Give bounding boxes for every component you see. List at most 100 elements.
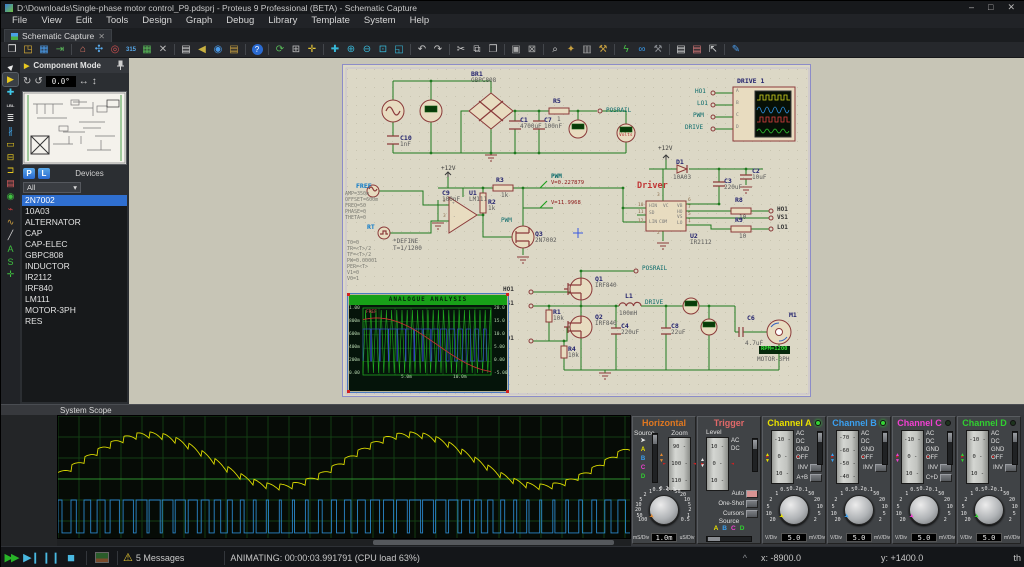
cplusd-button[interactable] [940,474,952,482]
device-pins-mode-icon[interactable]: ⊐ [3,164,18,177]
menu-view[interactable]: View [34,14,68,28]
menu-tools[interactable]: Tools [99,14,135,28]
menu-system[interactable]: System [357,14,403,28]
2d-symbol-icon[interactable]: S [3,255,18,268]
schematic-sheet[interactable]: BR1GBPC808R51C14700uFC7100nFC101nFPOSRAI… [342,64,811,397]
pick-devices-button[interactable]: P [23,168,35,179]
make-device-icon[interactable]: ✦ [563,43,579,57]
false-origin-icon[interactable]: ✛ [304,43,320,57]
packaging-tool-icon[interactable]: ▥ [579,43,595,57]
marker-mode-icon[interactable]: ✛ [3,268,18,281]
block-delete-icon[interactable]: ⊠ [524,43,540,57]
menu-graph[interactable]: Graph [179,14,219,28]
decompose-icon[interactable]: ⚒ [595,43,611,57]
center-at-cursor-icon[interactable]: ✣ [91,43,107,57]
trigger-auto-button[interactable] [746,490,758,498]
zoom-out-icon[interactable]: ⊖ [359,43,375,57]
menu-library[interactable]: Library [261,14,304,28]
device-item-cap-elec[interactable]: CAP-ELEC [22,239,127,250]
zoom-area-icon[interactable]: ⊡ [375,43,391,57]
zoom-all-icon[interactable]: ◱ [391,43,407,57]
volts-div-knob[interactable]: 20105210.50.20.150201052➤ [828,486,890,532]
sheet-notes-icon[interactable]: ▤ [178,43,194,57]
tab-close-icon[interactable]: ✕ [98,32,105,41]
volts-div-knob[interactable]: 20105210.50.20.150201052➤ [893,486,955,532]
menu-debug[interactable]: Debug [219,14,261,28]
mirror-vertical-button[interactable]: ↕ [92,76,97,87]
close-button[interactable]: ✕ [1007,2,1015,13]
paste-icon[interactable]: ❐ [485,43,501,57]
web-search-icon[interactable]: ◉ [210,43,226,57]
volts-div-knob[interactable]: 20105210.50.20.150201052➤ [958,486,1020,532]
import-section-icon[interactable]: ⇥ [52,43,68,57]
trigger-source-B[interactable]: B [722,525,727,534]
trigger-source-C[interactable]: C [731,525,736,534]
coupling-slider[interactable] [817,431,823,465]
trigger-coupling-slider[interactable] [752,438,758,472]
refresh-icon[interactable]: ⟳ [272,43,288,57]
mirror-horizontal-button[interactable]: ↔ [79,76,89,87]
property-assignment-icon[interactable]: ⚒ [650,43,666,57]
design-notes-icon[interactable]: ✎ [728,43,744,57]
bom-export-icon[interactable]: ▤ [226,43,242,57]
trigger-source-D[interactable]: D [740,525,745,534]
save-design-icon[interactable]: ▦ [36,43,52,57]
horizontal-source-C[interactable]: C [634,464,652,473]
current-probe-mode-icon[interactable]: ∿ [3,216,18,229]
rotation-angle-field[interactable]: 0.0° [46,76,76,87]
terminals-mode-icon[interactable]: ⊟ [3,151,18,164]
coupling-slider[interactable] [882,431,888,465]
dimension-icon[interactable]: ✕ [155,43,171,57]
redraw-display-icon[interactable]: ⌂ [75,43,91,57]
undo-icon[interactable]: ↶ [414,43,430,57]
pause-simulation-button[interactable]: ❙❙ [41,551,61,564]
pick-parts-icon[interactable]: ⌕ [547,43,563,57]
search-tag-icon[interactable]: ∞ [634,43,650,57]
schematic-canvas[interactable]: BR1GBPC808R51C14700uFC7100nFC101nFPOSRAI… [129,58,1024,404]
device-item-ir2112[interactable]: IR2112 [22,272,127,283]
stop-simulation-button[interactable]: ■ [61,550,81,565]
trigger-source-A[interactable]: A [714,525,719,534]
2d-line-icon[interactable]: ╱ [3,229,18,242]
remove-sheet-icon[interactable]: ▤ [689,43,705,57]
maximize-button[interactable]: □ [988,2,993,13]
coupling-slider[interactable] [1012,431,1018,465]
step-simulation-button[interactable]: ▶❙ [21,551,41,564]
rotate-ccw-button[interactable]: ↺ [34,76,42,87]
device-item-res[interactable]: RES [22,316,127,327]
menu-design[interactable]: Design [135,14,179,28]
snap-grid-icon[interactable]: 315 [123,43,139,57]
buses-mode-icon[interactable]: ∦ [3,125,18,138]
minimize-button[interactable]: – [969,2,974,13]
subcircuit-mode-icon[interactable]: ▭ [3,138,18,151]
trigger-one-shot-button[interactable] [746,500,758,508]
scope-scrollbar[interactable] [57,539,631,546]
trigger-cursors-button[interactable] [746,510,758,518]
pin-icon[interactable] [116,60,125,71]
goto-sheet-icon[interactable]: ⇱ [705,43,721,57]
run-simulation-button[interactable]: ▶▶ [1,551,21,564]
toggle-grid-icon[interactable]: ⊞ [288,43,304,57]
device-item-inductor[interactable]: INDUCTOR [22,261,127,272]
wire-label-mode-icon[interactable]: LBL [3,99,18,112]
device-item-alternator[interactable]: ALTERNATOR [22,217,127,228]
horizontal-source-B[interactable]: B [634,455,652,464]
2d-text-icon[interactable]: A [3,242,18,255]
trigger-arrow-icon[interactable]: ➤ [634,437,652,446]
devices-filter-dropdown[interactable]: All ▾ [23,182,81,193]
center-view-icon[interactable]: ✚ [327,43,343,57]
horizontal-source-D[interactable]: D [634,473,652,482]
new-design-icon[interactable]: ❒ [4,43,20,57]
channel-position-dial[interactable]: -10 -0 -10 - [771,430,794,484]
channel-position-dial[interactable]: -10 -0 -10 - [901,430,924,484]
device-item-cap[interactable]: CAP [22,228,127,239]
scope-titlebar[interactable]: System Scope [1,404,1024,415]
block-copy-icon[interactable]: ▣ [508,43,524,57]
open-design-icon[interactable]: ◳ [20,43,36,57]
channel-position-dial[interactable]: -10 -0 -10 - [966,430,989,484]
device-item-gbpc808[interactable]: GBPC808 [22,250,127,261]
device-item-irf840[interactable]: IRF840 [22,283,127,294]
new-root-sheet-icon[interactable]: ▤ [673,43,689,57]
trigger-source-slider[interactable] [706,536,752,542]
goto-origin-icon[interactable]: ◎ [107,43,123,57]
